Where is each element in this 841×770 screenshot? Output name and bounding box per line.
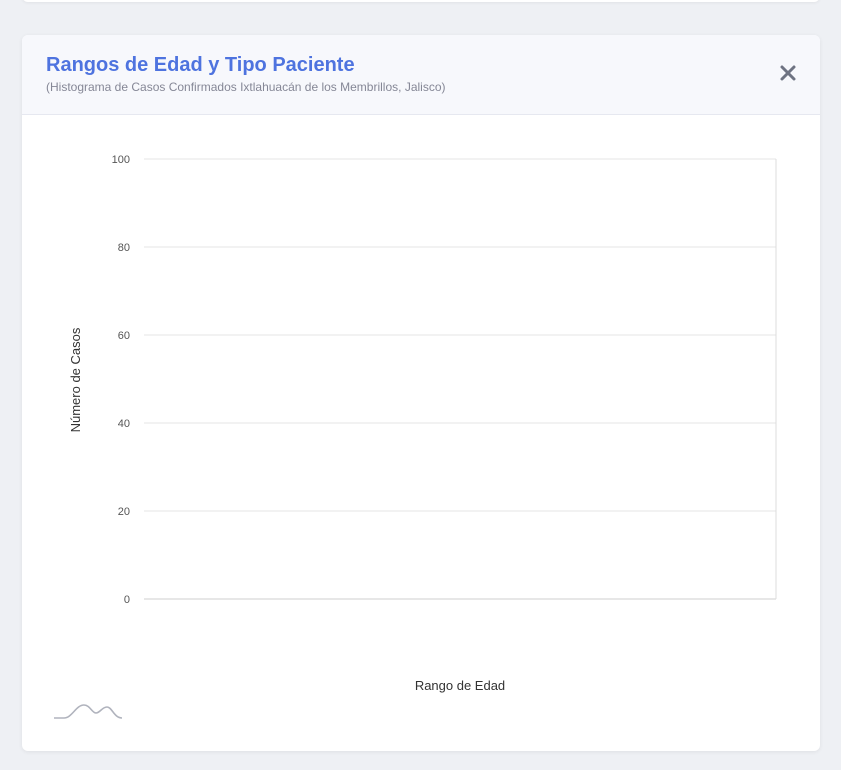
chart-card: Rangos de Edad y Tipo Paciente (Histogra…: [22, 35, 820, 751]
y-tick-label: 0: [124, 594, 130, 606]
chart-grid: [144, 158, 777, 600]
y-tick-label: 60: [118, 330, 130, 342]
y-tick-label: 80: [118, 242, 130, 254]
histogram-chart: 0 20 40 60 80 100 Número de Casos Rango de Ed…: [54, 154, 777, 719]
previous-card: [22, 0, 820, 2]
y-axis-ticks: 0 20 40 60 80 100: [112, 154, 130, 606]
x-axis-label: Rango de Edad: [415, 678, 505, 693]
y-axis-label: Número de Casos: [68, 327, 83, 432]
y-tick-label: 40: [118, 418, 130, 430]
y-tick-label: 100: [112, 154, 130, 166]
y-tick-label: 20: [118, 506, 130, 518]
waveform-icon: [54, 704, 123, 719]
